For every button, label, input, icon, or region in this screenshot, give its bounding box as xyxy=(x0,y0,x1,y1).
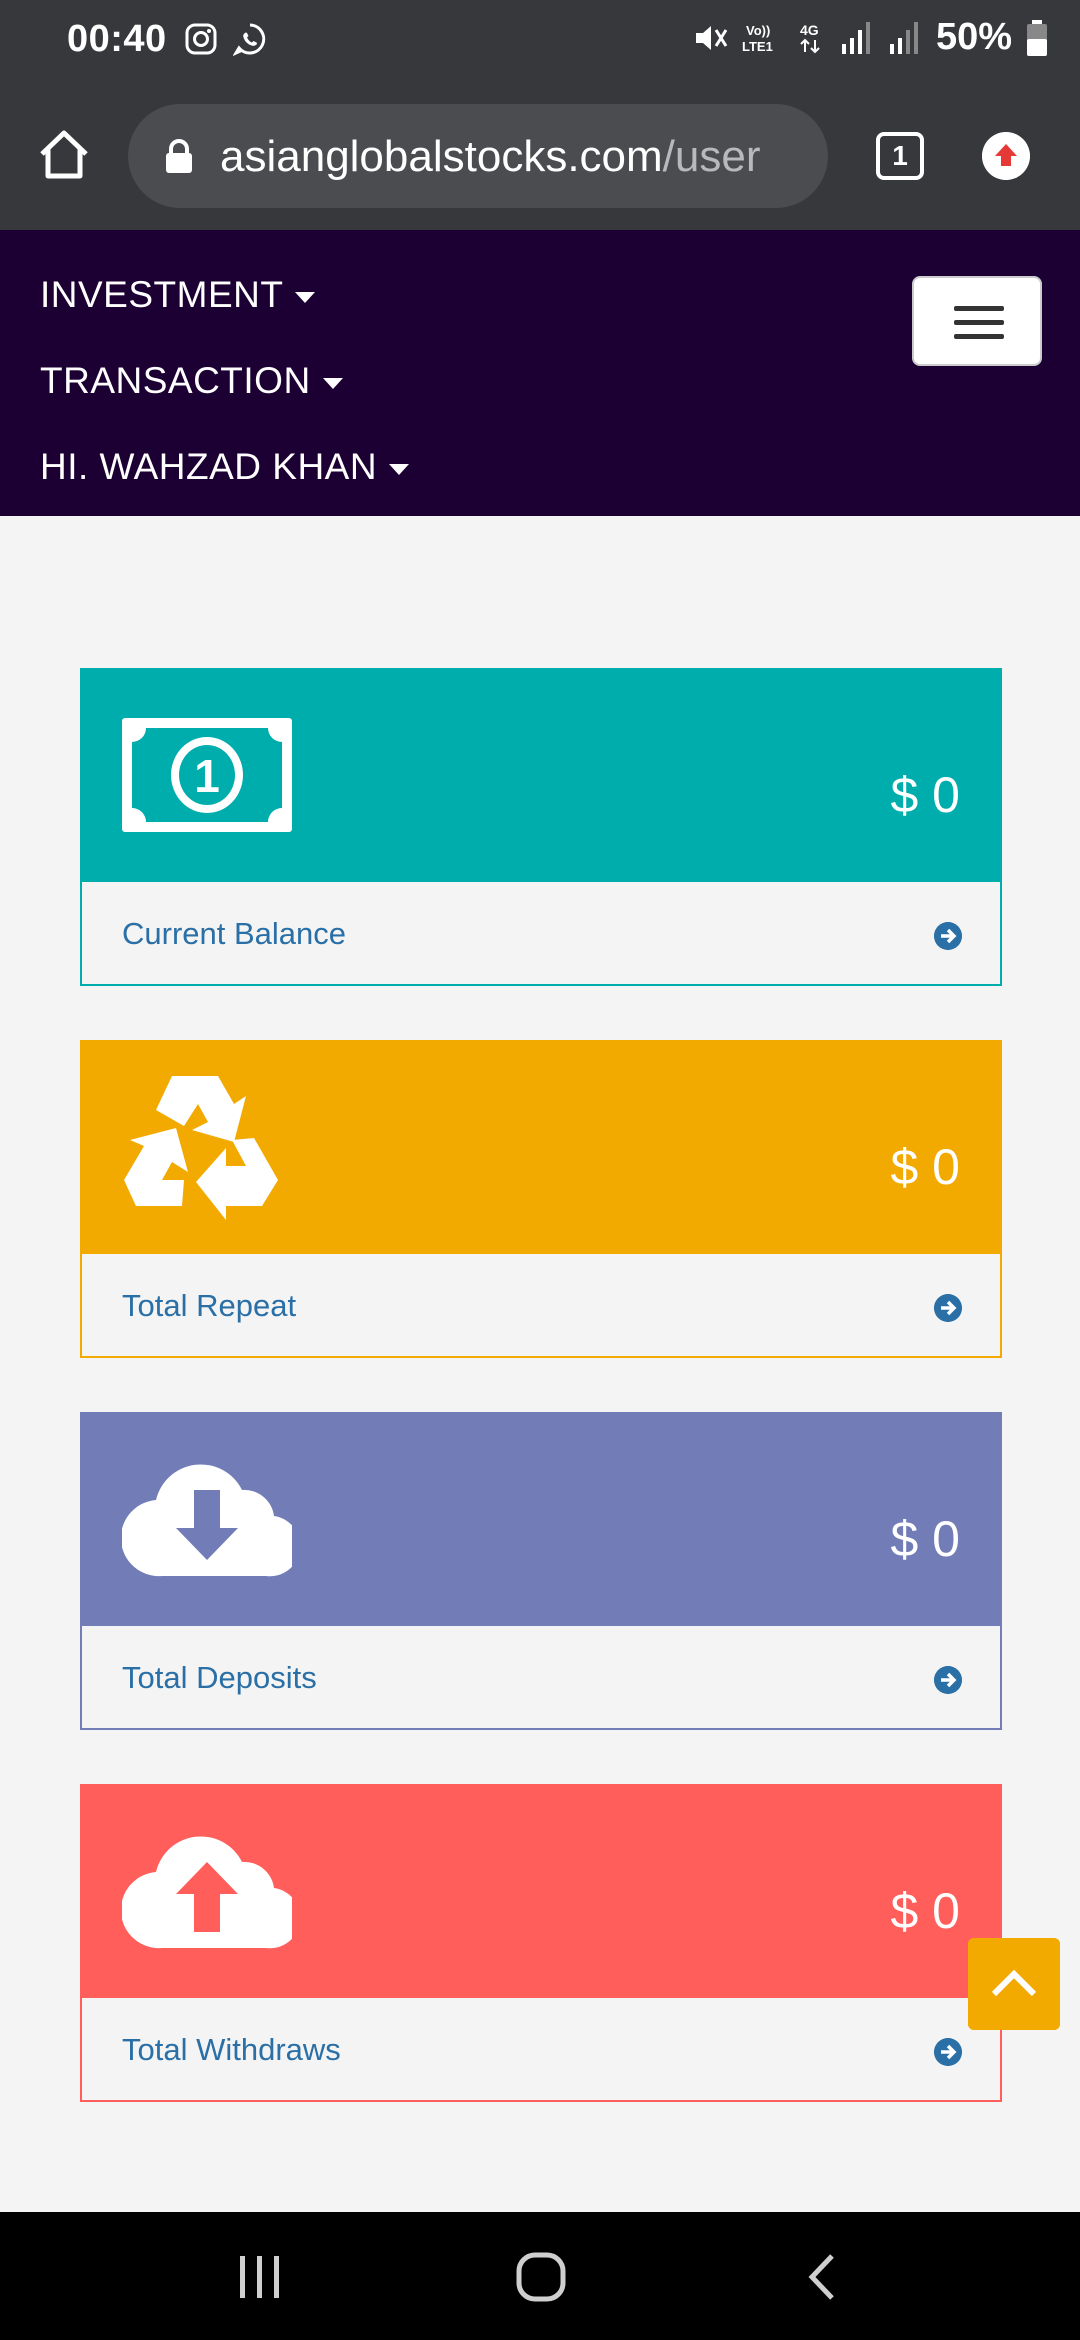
dashboard-content: 1 $ 0 Current Balance $ 0 Total Repeat $… xyxy=(0,516,1080,2212)
recent-apps-icon[interactable] xyxy=(236,2256,284,2298)
clock: 00:40 xyxy=(67,18,167,60)
update-icon[interactable] xyxy=(982,132,1030,180)
signal-icon xyxy=(841,21,870,54)
site-navbar: INVESTMENT TRANSACTION HI. WAHZAD KHAN xyxy=(0,230,1080,516)
hamburger-icon xyxy=(954,306,1004,311)
url-text: asianglobalstocks.com/user xyxy=(220,132,761,182)
card-label: Total Deposits xyxy=(122,1660,317,1695)
instagram-icon xyxy=(185,23,217,55)
arrow-circle-right-icon xyxy=(934,1666,962,1694)
cloud-upload-icon xyxy=(122,1836,292,1949)
whatsapp-icon xyxy=(233,23,266,56)
nav-investment[interactable]: INVESTMENT xyxy=(40,274,316,316)
cloud-download-icon xyxy=(122,1464,292,1577)
4g-icon: 4G xyxy=(800,22,820,53)
system-nav-bar xyxy=(0,2212,1080,2340)
status-bar: 00:40 Vo)) LTE1 4G 50% xyxy=(0,0,1080,82)
current-balance-card: 1 $ 0 Current Balance xyxy=(80,668,1002,986)
battery-percent: 50% xyxy=(935,16,1012,58)
withdraws-amount: $ 0 xyxy=(890,1883,960,1939)
svg-text:Vo)): Vo)) xyxy=(746,23,770,38)
svg-text:1: 1 xyxy=(194,750,220,802)
card-label: Total Withdraws xyxy=(122,2032,341,2067)
caret-down-icon xyxy=(295,291,316,303)
back-to-top-button[interactable] xyxy=(968,1938,1060,2030)
nav-user-menu[interactable]: HI. WAHZAD KHAN xyxy=(40,446,410,488)
caret-down-icon xyxy=(389,463,410,475)
card-footer-link[interactable]: Total Deposits xyxy=(82,1626,1000,1730)
arrow-circle-right-icon xyxy=(934,1294,962,1322)
total-deposits-card: $ 0 Total Deposits xyxy=(80,1412,1002,1730)
arrow-circle-right-icon xyxy=(934,2038,962,2066)
card-header: $ 0 xyxy=(82,1042,1000,1254)
card-label: Total Repeat xyxy=(122,1288,297,1323)
url-path: /user xyxy=(662,132,761,181)
balance-amount: $ 0 xyxy=(890,767,960,823)
card-header: $ 0 xyxy=(82,1786,1000,1998)
home-nav-icon[interactable] xyxy=(516,2252,566,2302)
nav-investment-label: INVESTMENT xyxy=(40,274,284,315)
nav-user-label: HI. WAHZAD KHAN xyxy=(40,446,378,487)
signal-icon xyxy=(889,21,918,54)
card-header: $ 0 xyxy=(82,1414,1000,1626)
browser-toolbar: asianglobalstocks.com/user 1 xyxy=(0,82,1080,230)
volte-icon: Vo)) LTE1 xyxy=(742,23,773,54)
back-nav-icon[interactable] xyxy=(806,2252,838,2302)
address-bar[interactable]: asianglobalstocks.com/user xyxy=(128,104,828,208)
deposits-amount: $ 0 xyxy=(890,1511,960,1567)
caret-down-icon xyxy=(322,377,343,389)
svg-text:4G: 4G xyxy=(800,22,819,38)
card-label: Current Balance xyxy=(122,916,347,951)
card-footer-link[interactable]: Total Repeat xyxy=(82,1254,1000,1358)
total-repeat-card: $ 0 Total Repeat xyxy=(80,1040,1002,1358)
menu-toggle-button[interactable] xyxy=(912,276,1042,366)
card-header: 1 $ 0 xyxy=(82,670,1000,882)
status-indicators: Vo)) LTE1 4G 50% xyxy=(692,16,1048,59)
arrow-circle-right-icon xyxy=(934,922,962,950)
total-withdraws-card: $ 0 Total Withdraws xyxy=(80,1784,1002,2102)
battery-icon xyxy=(1027,19,1047,56)
repeat-amount: $ 0 xyxy=(890,1139,960,1195)
nav-transaction[interactable]: TRANSACTION xyxy=(40,360,343,402)
card-footer-link[interactable]: Current Balance xyxy=(82,882,1000,986)
money-bill-icon: 1 xyxy=(122,718,292,832)
tab-switcher-button[interactable]: 1 xyxy=(876,132,924,180)
card-footer-link[interactable]: Total Withdraws xyxy=(82,1998,1000,2102)
url-host: asianglobalstocks.com xyxy=(220,132,663,181)
lock-icon xyxy=(166,139,192,173)
recycle-icon xyxy=(124,1076,278,1220)
svg-text:LTE1: LTE1 xyxy=(742,39,773,54)
nav-transaction-label: TRANSACTION xyxy=(40,360,311,401)
home-icon[interactable] xyxy=(36,126,92,182)
mute-icon xyxy=(695,25,728,50)
